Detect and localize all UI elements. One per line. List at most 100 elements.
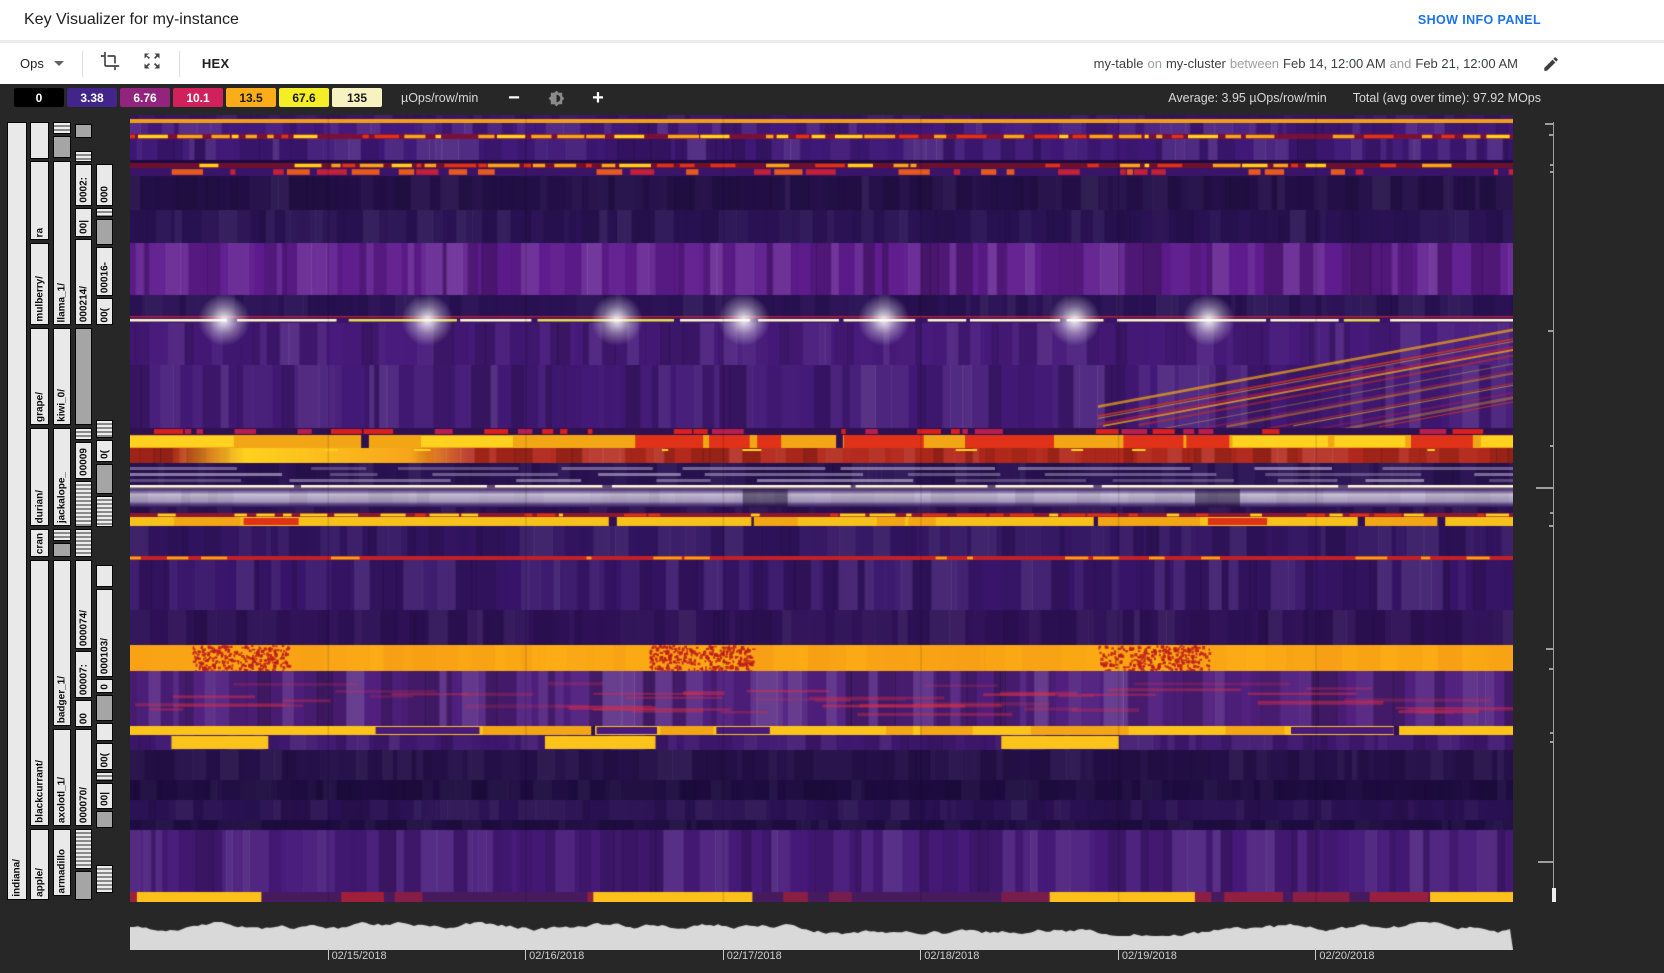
key-prefix-label: 00016- — [99, 261, 110, 293]
crop-icon — [100, 51, 120, 76]
key-range-segment[interactable] — [53, 529, 71, 541]
key-prefix-label: 00| — [78, 220, 89, 234]
toolbar: Ops HEX my-table on my-cluster between F… — [0, 43, 1664, 84]
row-scrollbar-tick — [1548, 330, 1553, 332]
key-prefix-badger_1[interactable]: badger_1/ — [53, 560, 71, 726]
key-prefix-label: 00( — [99, 752, 110, 767]
key-range-segment[interactable] — [96, 219, 113, 245]
key-prefix-armadillo[interactable]: armadillo — [53, 829, 71, 896]
metric-dropdown[interactable]: Ops — [14, 52, 70, 75]
key-prefix-label: 000074/ — [78, 609, 89, 646]
key-prefix-indiana[interactable]: indiana/ — [7, 122, 27, 900]
key-prefix-kiwi_0[interactable]: kiwi_0/ — [53, 328, 71, 425]
row-scrollbar-tick — [1549, 134, 1553, 136]
fullscreen-icon — [142, 51, 162, 76]
key-range-segment[interactable] — [75, 829, 92, 869]
key-prefix-label: durian/ — [34, 489, 45, 523]
crop-button[interactable] — [95, 49, 125, 79]
range-and: and — [1389, 56, 1412, 71]
key-prefix-label: axolotl_1/ — [56, 776, 68, 823]
key-prefix-label: 00 — [78, 712, 89, 724]
key-range-segment[interactable] — [75, 151, 92, 162]
date-label: 02/18/2018 — [924, 950, 980, 962]
key-prefix-00[interactable]: 00( — [96, 298, 113, 325]
auto-contrast-button[interactable] — [542, 84, 570, 112]
key-prefix-mulberry[interactable]: mulberry/ — [30, 243, 49, 325]
key-prefix-000[interactable]: 000 — [96, 164, 113, 206]
stats-readout: Average: 3.95 µOps/row/min Total (avg ov… — [1168, 84, 1541, 112]
key-range-segment[interactable] — [75, 481, 92, 527]
key-prefix-00[interactable]: 00 — [75, 700, 92, 727]
zoom-out-button[interactable]: − — [500, 84, 528, 112]
key-prefix-axolotl_1[interactable]: axolotl_1/ — [53, 729, 71, 826]
key-prefix-label: mulberry/ — [34, 276, 45, 322]
key-prefix-00016[interactable]: 00016- — [96, 247, 113, 296]
key-range-segment[interactable] — [96, 811, 113, 828]
key-prefix-label: llama_1/ — [56, 282, 68, 322]
key-range-segment[interactable] — [96, 208, 113, 217]
row-scrollbar-tick — [1538, 861, 1553, 863]
key-prefix-000214[interactable]: 000214/ — [75, 239, 92, 325]
key-prefix-apple[interactable]: apple/ — [30, 829, 49, 900]
key-range-segment[interactable] — [96, 723, 113, 741]
keyspace-heatmap[interactable] — [130, 115, 1513, 902]
date-label: 02/15/2018 — [331, 950, 387, 962]
key-prefix-0[interactable]: 0( — [96, 440, 113, 462]
key-range-segment[interactable] — [53, 136, 71, 158]
key-prefix-00[interactable]: 00| — [96, 783, 113, 809]
key-range-segment[interactable] — [96, 420, 113, 438]
title-bar: Key Visualizer for my-instance SHOW INFO… — [0, 0, 1664, 40]
key-prefix-00[interactable]: 00( — [96, 743, 113, 770]
key-range-segment[interactable] — [30, 122, 49, 159]
key-range-segment[interactable] — [75, 124, 92, 138]
row-scrollbar-handle[interactable] — [1552, 888, 1556, 902]
fullscreen-button[interactable] — [137, 49, 167, 79]
key-prefix-grape[interactable]: grape/ — [30, 328, 49, 425]
toolbar-divider — [81, 50, 83, 77]
show-info-panel-link[interactable]: SHOW INFO PANEL — [1418, 0, 1541, 40]
key-prefix-llama_1[interactable]: llama_1/ — [53, 161, 71, 325]
key-prefix-label: 00( — [99, 307, 110, 322]
edit-range-button[interactable] — [1542, 55, 1560, 73]
hex-toggle-button[interactable]: HEX — [192, 50, 240, 77]
key-prefix-label: 0002: — [78, 177, 89, 203]
key-prefix-jackalope_[interactable]: jackalope_ — [53, 428, 71, 526]
key-range-segment[interactable] — [96, 865, 113, 893]
row-scrollbar[interactable] — [1553, 122, 1554, 902]
row-scrollbar-tick — [1550, 445, 1553, 447]
key-prefix-00009[interactable]: 00009 — [75, 442, 92, 479]
key-prefix-cran[interactable]: cran — [30, 529, 49, 557]
timeline-overview-scrubber[interactable] — [130, 917, 1513, 950]
edit-pencil-icon — [1544, 56, 1558, 71]
key-prefix-durian[interactable]: durian/ — [30, 428, 49, 526]
scan-range-summary: my-table on my-cluster between Feb 14, 1… — [1094, 43, 1560, 84]
key-range-segment[interactable] — [53, 543, 71, 557]
key-prefix-label: kiwi_0/ — [56, 389, 68, 422]
zoom-in-button[interactable]: + — [584, 84, 612, 112]
key-range-segment[interactable] — [75, 529, 92, 557]
key-range-segment[interactable] — [53, 122, 71, 134]
key-prefix-blackcurrant[interactable]: blackcurrant/ — [30, 560, 49, 826]
key-prefix-000070[interactable]: 000070/ — [75, 729, 92, 826]
key-range-segment[interactable] — [96, 695, 113, 721]
toolbar-divider — [178, 50, 180, 77]
key-range-segment[interactable] — [96, 464, 113, 494]
auto-contrast-icon — [548, 90, 564, 106]
key-range-segment[interactable] — [96, 772, 113, 781]
key-prefix-00[interactable]: 00| — [75, 208, 92, 237]
key-range-segment[interactable] — [96, 565, 113, 587]
key-prefix-0[interactable]: 0 — [96, 679, 113, 693]
key-prefix-000074[interactable]: 000074/ — [75, 560, 92, 649]
key-range-segment[interactable] — [75, 428, 92, 440]
row-scrollbar-tick — [1550, 512, 1553, 514]
key-range-segment[interactable] — [75, 328, 92, 425]
key-prefix-label: 000214/ — [78, 285, 89, 322]
key-prefix-ra[interactable]: ra — [30, 161, 49, 240]
key-range-segment[interactable] — [75, 871, 92, 900]
key-prefix-00007[interactable]: 00007: — [75, 651, 92, 698]
range-end: Feb 21, 12:00 AM — [1415, 56, 1518, 71]
key-prefix-000103[interactable]: 000103/ — [96, 589, 113, 677]
key-prefix-0002[interactable]: 0002: — [75, 164, 92, 206]
key-range-segment[interactable] — [96, 496, 113, 527]
row-scrollbar-tick — [1545, 123, 1553, 125]
